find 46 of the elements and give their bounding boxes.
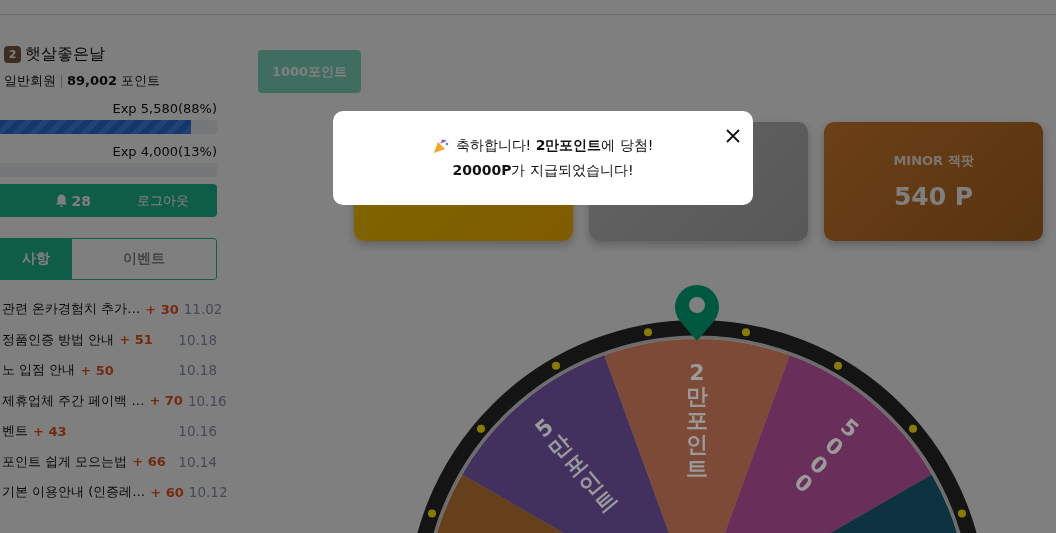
post-date: 10.16 — [187, 392, 227, 409]
member-points: 89,002 포인트 — [67, 72, 161, 90]
post-points: + 51 — [119, 332, 153, 348]
post-points: + 60 — [150, 484, 184, 500]
segment-label: 2만포인트 — [686, 360, 708, 481]
dialog-message: 20000P가 지급되었습니다! — [452, 161, 634, 180]
rim-light — [741, 328, 750, 337]
post-points: + 66 — [132, 454, 166, 470]
post-points: + 70 — [149, 393, 183, 409]
post-date: 10.16 — [178, 423, 217, 440]
post-title[interactable]: 기본 이용안내 (인증레… — [0, 483, 146, 502]
close-button[interactable] — [726, 129, 740, 143]
card-title: MINOR 잭팟 — [893, 152, 974, 170]
rim-light — [834, 361, 842, 370]
rim-light — [428, 509, 436, 518]
exp-label: Exp 4,000(13%) — [111, 144, 217, 161]
post-date: 11.02 — [183, 301, 223, 318]
post-title[interactable]: 정품인증 방법 안내 — [0, 330, 115, 349]
party-popper-icon — [432, 137, 449, 154]
post-points: + 30 — [145, 301, 179, 317]
segment-label: 5만포인트 — [530, 413, 623, 519]
segment-label: 5000 — [789, 413, 864, 498]
rim-light — [909, 424, 918, 433]
post-title[interactable]: 노 입점 안내 — [0, 361, 76, 380]
post-title[interactable]: 관련 온카경험치 추가… — [0, 300, 141, 319]
post-date: 10.18 — [178, 331, 217, 348]
post-date: 10.18 — [178, 362, 217, 379]
post-title[interactable]: 벤트 — [0, 422, 28, 441]
post-points: + 43 — [33, 423, 67, 439]
post-points: + 50 — [80, 362, 114, 378]
post-title[interactable]: 포인트 쉽게 모으는법 — [0, 452, 128, 471]
post-date: 10.12 — [188, 484, 228, 501]
rim-light — [644, 328, 653, 337]
bell-icon — [54, 193, 68, 208]
member-grade: 일반회원 — [4, 72, 56, 90]
exp-label: Exp 5,580(88%) — [111, 101, 217, 118]
level-badge: 2 — [4, 45, 21, 63]
dialog-message: 축하합니다! 2만포인트에 당첨! — [455, 136, 654, 155]
post-date: 10.14 — [178, 453, 217, 470]
rim-light — [958, 509, 966, 518]
card-value: 540 P — [893, 182, 974, 211]
rim-light — [552, 361, 560, 370]
post-title[interactable]: 제휴업체 주간 페이백 … — [0, 391, 145, 410]
pointer-pin-icon — [675, 285, 719, 341]
nickname: 햇살좋은날 — [25, 43, 105, 65]
rim-light — [477, 424, 485, 433]
